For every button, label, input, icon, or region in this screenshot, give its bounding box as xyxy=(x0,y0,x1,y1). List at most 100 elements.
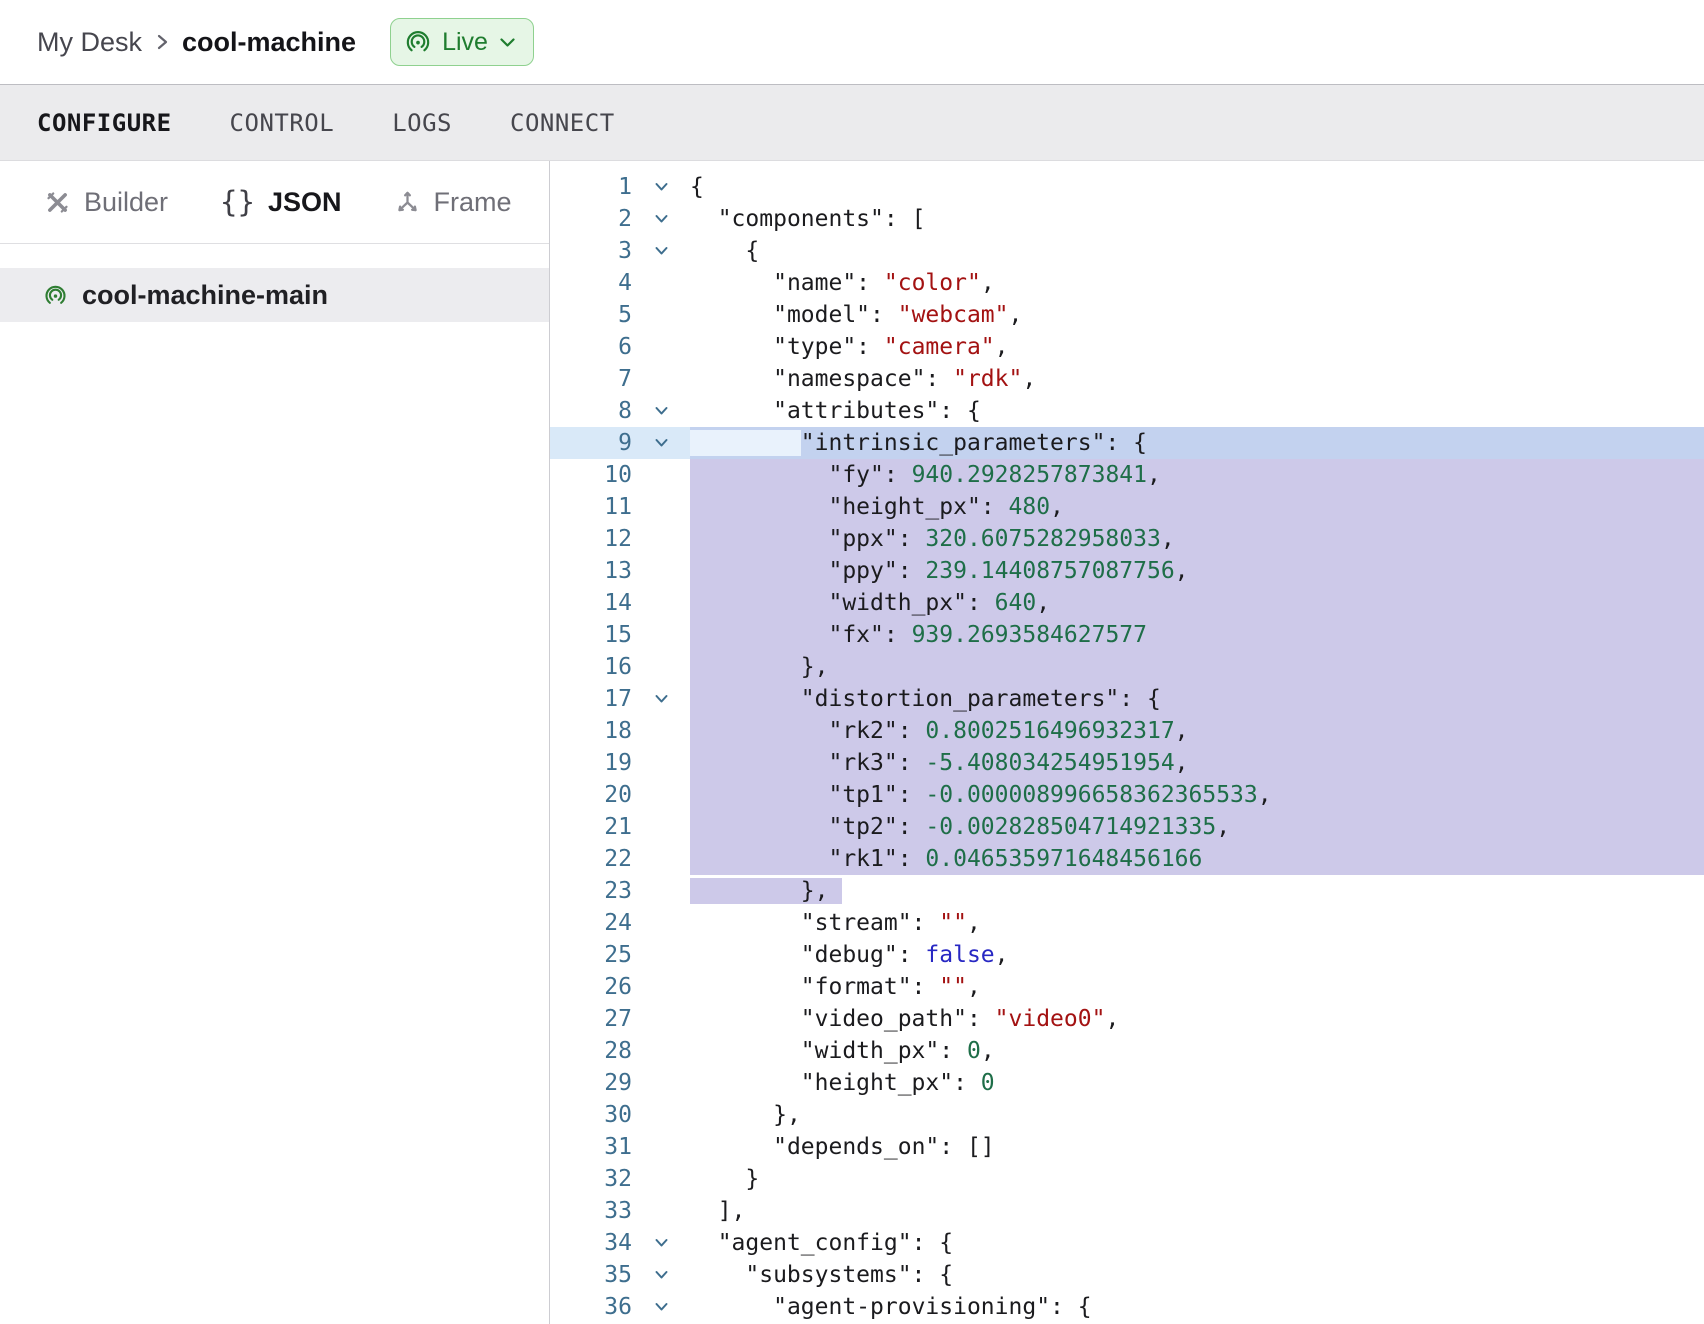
fold-toggle[interactable] xyxy=(632,203,690,235)
code-text[interactable]: "width_px": 0, xyxy=(690,1035,1704,1067)
tab-control[interactable]: CONTROL xyxy=(230,109,335,137)
fold-chevron-icon[interactable] xyxy=(654,1302,669,1312)
code-text[interactable]: } xyxy=(690,1163,1704,1195)
code-line-33[interactable]: 33 ], xyxy=(550,1195,1704,1227)
fold-toggle[interactable] xyxy=(632,1259,690,1291)
fold-chevron-icon[interactable] xyxy=(654,438,669,448)
tab-configure[interactable]: CONFIGURE xyxy=(37,109,172,137)
code-line-36[interactable]: 36 "agent-provisioning": { xyxy=(550,1291,1704,1323)
code-text[interactable]: "height_px": 0 xyxy=(690,1067,1704,1099)
code-text[interactable]: "fx": 939.2693584627577 xyxy=(690,619,1704,651)
mode-frame[interactable]: Frame xyxy=(394,187,512,218)
code-text[interactable]: "subsystems": { xyxy=(690,1259,1704,1291)
code-text[interactable]: { xyxy=(690,235,1704,267)
code-line-34[interactable]: 34 "agent_config": { xyxy=(550,1227,1704,1259)
code-text[interactable]: "rk3": -5.408034254951954, xyxy=(690,747,1704,779)
code-line-2[interactable]: 2 "components": [ xyxy=(550,203,1704,235)
code-line-12[interactable]: 12 "ppx": 320.6075282958033, xyxy=(550,523,1704,555)
fold-chevron-icon[interactable] xyxy=(654,182,669,192)
code-text[interactable]: "height_px": 480, xyxy=(690,491,1704,523)
code-line-24[interactable]: 24 "stream": "", xyxy=(550,907,1704,939)
code-line-28[interactable]: 28 "width_px": 0, xyxy=(550,1035,1704,1067)
code-line-4[interactable]: 4 "name": "color", xyxy=(550,267,1704,299)
fold-toggle[interactable] xyxy=(632,1227,690,1259)
fold-chevron-icon[interactable] xyxy=(654,1238,669,1248)
code-text[interactable]: "video_path": "video0", xyxy=(690,1003,1704,1035)
breadcrumb-root[interactable]: My Desk xyxy=(37,27,142,58)
code-line-15[interactable]: 15 "fx": 939.2693584627577 xyxy=(550,619,1704,651)
code-line-7[interactable]: 7 "namespace": "rdk", xyxy=(550,363,1704,395)
json-code-editor[interactable]: 1{2 "components": [3 {4 "name": "color",… xyxy=(550,161,1704,1324)
fold-chevron-icon[interactable] xyxy=(654,406,669,416)
code-text[interactable]: }, xyxy=(690,1099,1704,1131)
code-line-14[interactable]: 14 "width_px": 640, xyxy=(550,587,1704,619)
code-line-23[interactable]: 23 }, xyxy=(550,875,1704,907)
fold-chevron-icon[interactable] xyxy=(654,1270,669,1280)
code-line-9[interactable]: 9 "intrinsic_parameters": { xyxy=(550,427,1704,459)
code-text[interactable]: "width_px": 640, xyxy=(690,587,1704,619)
code-line-25[interactable]: 25 "debug": false, xyxy=(550,939,1704,971)
code-text[interactable]: "intrinsic_parameters": { xyxy=(690,427,1704,459)
code-line-1[interactable]: 1{ xyxy=(550,171,1704,203)
fold-toggle[interactable] xyxy=(632,235,690,267)
code-line-27[interactable]: 27 "video_path": "video0", xyxy=(550,1003,1704,1035)
code-text[interactable]: "tp1": -0.000008996658362365533, xyxy=(690,779,1704,811)
code-line-31[interactable]: 31 "depends_on": [] xyxy=(550,1131,1704,1163)
code-text[interactable]: "rk1": 0.046535971648456166 xyxy=(690,843,1704,875)
code-line-13[interactable]: 13 "ppy": 239.14408757087756, xyxy=(550,555,1704,587)
code-text[interactable]: "components": [ xyxy=(690,203,1704,235)
code-text[interactable]: }, xyxy=(690,875,1704,907)
code-text[interactable]: { xyxy=(690,171,1704,203)
code-line-22[interactable]: 22 "rk1": 0.046535971648456166 xyxy=(550,843,1704,875)
code-text[interactable]: "model": "webcam", xyxy=(690,299,1704,331)
code-text[interactable]: "agent_config": { xyxy=(690,1227,1704,1259)
fold-chevron-icon[interactable] xyxy=(654,214,669,224)
fold-chevron-icon[interactable] xyxy=(654,694,669,704)
tab-logs[interactable]: LOGS xyxy=(392,109,452,137)
code-line-17[interactable]: 17 "distortion_parameters": { xyxy=(550,683,1704,715)
code-text[interactable]: "ppx": 320.6075282958033, xyxy=(690,523,1704,555)
code-text[interactable]: ], xyxy=(690,1195,1704,1227)
code-line-3[interactable]: 3 { xyxy=(550,235,1704,267)
code-text[interactable]: "depends_on": [] xyxy=(690,1131,1704,1163)
code-line-5[interactable]: 5 "model": "webcam", xyxy=(550,299,1704,331)
code-line-11[interactable]: 11 "height_px": 480, xyxy=(550,491,1704,523)
code-text[interactable]: "tp2": -0.002828504714921335, xyxy=(690,811,1704,843)
fold-toggle[interactable] xyxy=(632,1291,690,1323)
code-line-35[interactable]: 35 "subsystems": { xyxy=(550,1259,1704,1291)
code-line-16[interactable]: 16 }, xyxy=(550,651,1704,683)
code-text[interactable]: "agent-provisioning": { xyxy=(690,1291,1704,1323)
code-line-19[interactable]: 19 "rk3": -5.408034254951954, xyxy=(550,747,1704,779)
mode-builder[interactable]: Builder xyxy=(44,187,168,218)
code-text[interactable]: "debug": false, xyxy=(690,939,1704,971)
code-text[interactable]: "type": "camera", xyxy=(690,331,1704,363)
fold-toggle[interactable] xyxy=(632,427,690,459)
code-line-6[interactable]: 6 "type": "camera", xyxy=(550,331,1704,363)
code-text[interactable]: "fy": 940.2928257873841, xyxy=(690,459,1704,491)
code-text[interactable]: "namespace": "rdk", xyxy=(690,363,1704,395)
fold-chevron-icon[interactable] xyxy=(654,246,669,256)
code-text[interactable]: "attributes": { xyxy=(690,395,1704,427)
code-line-10[interactable]: 10 "fy": 940.2928257873841, xyxy=(550,459,1704,491)
code-line-30[interactable]: 30 }, xyxy=(550,1099,1704,1131)
code-text[interactable]: "ppy": 239.14408757087756, xyxy=(690,555,1704,587)
code-line-21[interactable]: 21 "tp2": -0.002828504714921335, xyxy=(550,811,1704,843)
sidebar-item-machine-part[interactable]: cool-machine-main xyxy=(0,268,549,322)
code-text[interactable]: "format": "", xyxy=(690,971,1704,1003)
tab-connect[interactable]: CONNECT xyxy=(510,109,615,137)
fold-toggle[interactable] xyxy=(632,171,690,203)
code-text[interactable]: "stream": "", xyxy=(690,907,1704,939)
code-line-8[interactable]: 8 "attributes": { xyxy=(550,395,1704,427)
code-line-20[interactable]: 20 "tp1": -0.000008996658362365533, xyxy=(550,779,1704,811)
code-text[interactable]: "rk2": 0.8002516496932317, xyxy=(690,715,1704,747)
mode-json[interactable]: {} JSON xyxy=(220,187,341,218)
code-text[interactable]: "distortion_parameters": { xyxy=(690,683,1704,715)
code-area[interactable]: 1{2 "components": [3 {4 "name": "color",… xyxy=(550,171,1704,1323)
fold-toggle[interactable] xyxy=(632,683,690,715)
code-text[interactable]: }, xyxy=(690,651,1704,683)
code-text[interactable]: "name": "color", xyxy=(690,267,1704,299)
live-status-dropdown[interactable]: Live xyxy=(390,18,534,66)
code-line-18[interactable]: 18 "rk2": 0.8002516496932317, xyxy=(550,715,1704,747)
code-line-29[interactable]: 29 "height_px": 0 xyxy=(550,1067,1704,1099)
fold-toggle[interactable] xyxy=(632,395,690,427)
